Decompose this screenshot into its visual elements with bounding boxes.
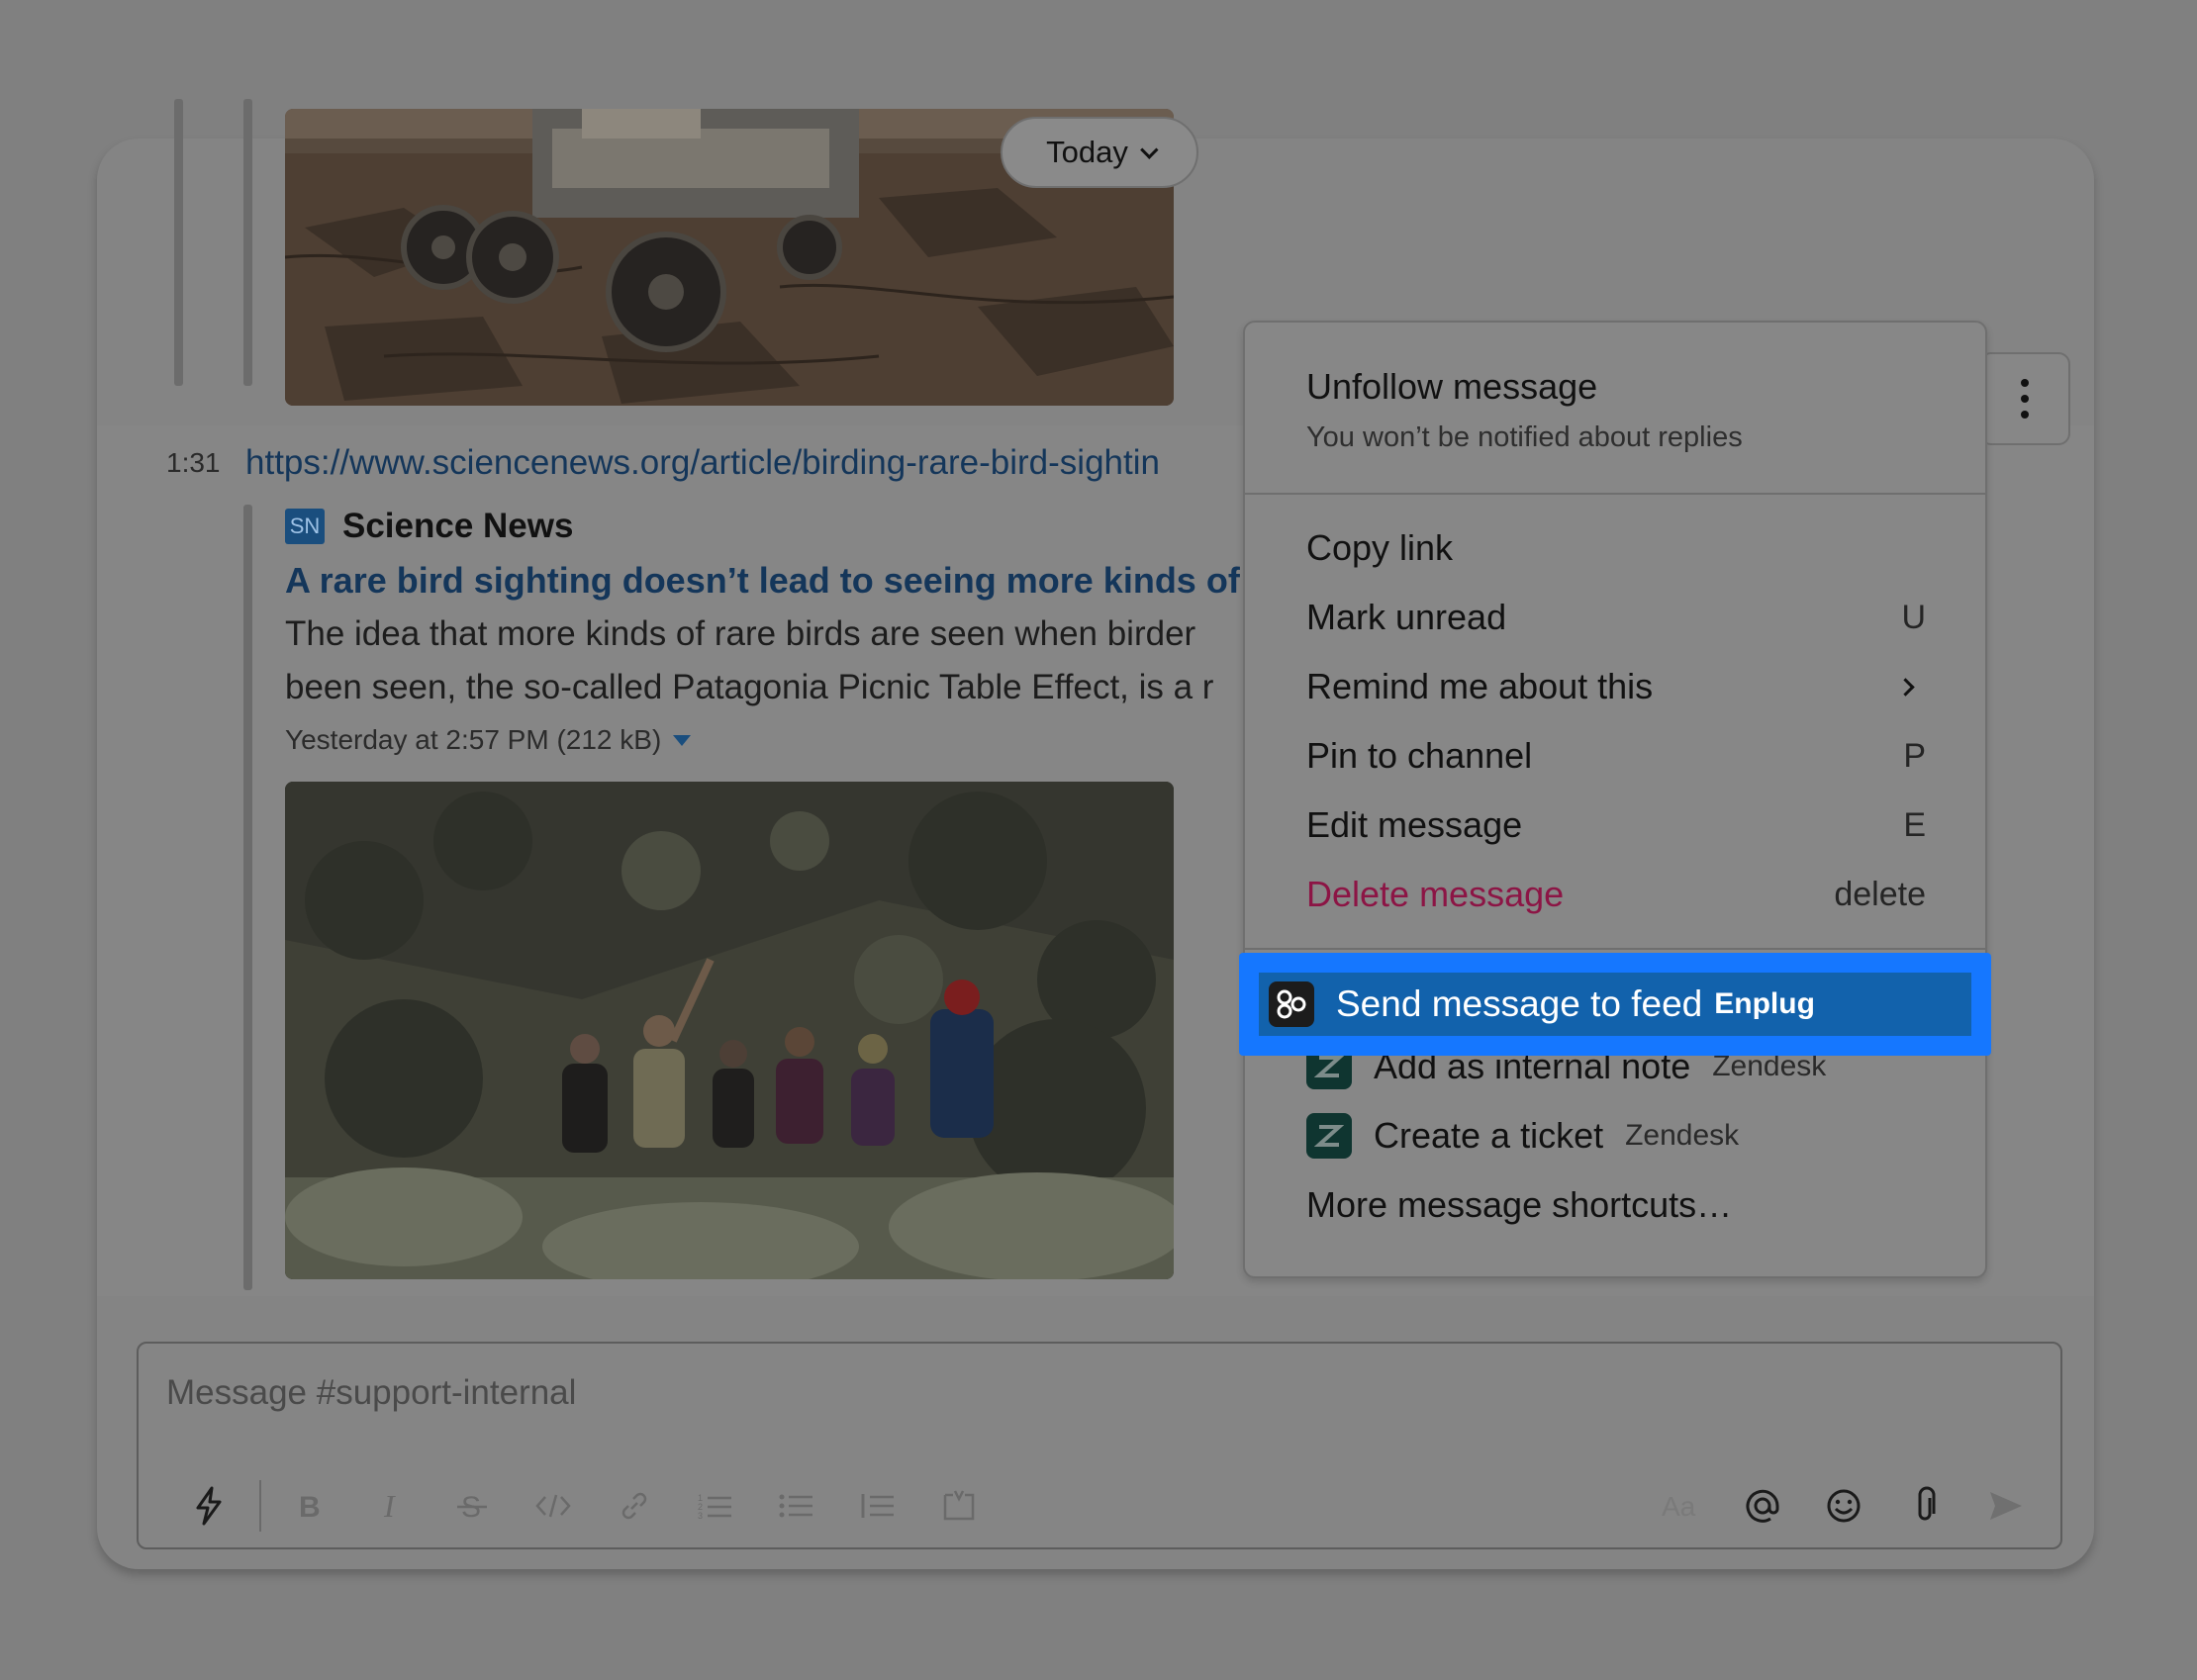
bulleted-list-icon[interactable]: [756, 1476, 837, 1536]
attachment-quote-bar: [243, 505, 252, 1290]
menu-item-mark-unread[interactable]: Mark unread U: [1306, 588, 1926, 647]
mention-icon[interactable]: [1722, 1476, 1803, 1536]
code-block-icon[interactable]: [918, 1476, 1000, 1536]
menu-item-delete-message[interactable]: Delete message delete: [1306, 865, 1926, 924]
svg-text:3: 3: [698, 1511, 703, 1521]
unfollow-message-item[interactable]: Unfollow message You won’t be notified a…: [1306, 366, 1743, 454]
svg-text:Aa: Aa: [1662, 1491, 1696, 1522]
svg-text:I: I: [383, 1489, 396, 1523]
menu-item-label: Send message to feed: [1336, 983, 1703, 1024]
unfurl-meta: Yesterday at 2:57 PM (212 kB): [285, 724, 1275, 756]
unfurl-title[interactable]: A rare bird sighting doesn’t lead to see…: [285, 560, 1297, 602]
menu-item-send-to-feed[interactable]: Send message to feed Enplug: [1259, 973, 1971, 1036]
shortcut-key: U: [1901, 598, 1926, 636]
ordered-list-icon[interactable]: 123: [675, 1476, 756, 1536]
blockquote-icon[interactable]: [837, 1476, 918, 1536]
unfurl-description: The idea that more kinds of rare birds a…: [285, 607, 1275, 714]
unfurl-description-line: been seen, the so-called Patagonia Picni…: [285, 668, 1214, 706]
emoji-icon[interactable]: [1803, 1476, 1884, 1536]
unfurl-description-line: The idea that more kinds of rare birds a…: [285, 614, 1196, 653]
zendesk-icon: [1306, 1113, 1352, 1159]
caret-down-icon[interactable]: [673, 734, 692, 746]
highlight-outline: Send message to feed Enplug: [1239, 953, 1991, 1056]
unfurl-meta-text: Yesterday at 2:57 PM (212 kB): [285, 724, 662, 755]
menu-item-label: More message shortcuts…: [1306, 1184, 1733, 1225]
strikethrough-icon[interactable]: S: [431, 1476, 513, 1536]
menu-item-label: Pin to channel: [1306, 735, 1533, 776]
date-divider-label: Today: [1046, 135, 1128, 169]
date-divider-button[interactable]: Today: [1001, 117, 1198, 188]
menu-item-create-ticket[interactable]: Create a ticket Zendesk: [1306, 1106, 1739, 1166]
birders-image[interactable]: [285, 782, 1174, 1279]
menu-item-label: Delete message: [1306, 874, 1565, 914]
message-input[interactable]: [166, 1373, 1948, 1413]
code-icon[interactable]: [513, 1476, 594, 1536]
more-vertical-icon: [2021, 379, 2029, 387]
link-icon[interactable]: [594, 1476, 675, 1536]
shortcuts-lightning-icon[interactable]: [168, 1476, 249, 1536]
more-vertical-icon: [2021, 411, 2029, 419]
message-composer: B I S 123 Aa: [137, 1342, 2062, 1549]
menu-item-label: Create a ticket: [1374, 1115, 1604, 1156]
toolbar-divider: [259, 1480, 261, 1532]
shortcut-key: delete: [1834, 875, 1926, 913]
unfollow-message-hint: You won’t be notified about replies: [1306, 421, 1743, 453]
send-icon[interactable]: [1965, 1476, 2047, 1536]
chevron-down-icon: [1139, 140, 1159, 159]
menu-item-label: Copy link: [1306, 527, 1454, 568]
app-name: Enplug: [1714, 987, 1815, 1020]
birders-illustration: [285, 782, 1174, 1279]
link-unfurl: SN Science News A rare bird sighting doe…: [285, 505, 1297, 756]
shortcut-key: E: [1903, 805, 1926, 844]
attachment-quote-bar: [243, 99, 252, 386]
attachment-quote-bar: [174, 99, 183, 386]
italic-icon[interactable]: I: [350, 1476, 431, 1536]
app-name: Zendesk: [1625, 1119, 1740, 1152]
shortcut-key: P: [1903, 736, 1926, 775]
menu-item-label: Edit message: [1306, 804, 1523, 845]
unfollow-message-label: Unfollow message: [1306, 366, 1598, 407]
menu-item-edit-message[interactable]: Edit message E: [1306, 795, 1926, 855]
menu-item-label: Remind me about this: [1306, 666, 1654, 706]
message-timestamp[interactable]: 1:31: [166, 447, 221, 479]
menu-divider: [1245, 948, 1985, 950]
more-vertical-icon: [2021, 395, 2029, 403]
science-news-logo-icon: SN: [285, 509, 325, 544]
composer-actions: Aa: [1641, 1476, 2047, 1536]
attachment-icon[interactable]: [1884, 1476, 1965, 1536]
menu-divider: [1245, 493, 1985, 495]
message-actions-menu: Unfollow message You won’t be notified a…: [1243, 321, 1987, 1278]
more-actions-button[interactable]: [1979, 352, 2070, 445]
chevron-right-icon: [1896, 677, 1915, 697]
formatting-toolbar: B I S 123: [168, 1476, 1000, 1536]
unfurl-source-row: SN Science News: [285, 505, 1275, 548]
message-link[interactable]: https://www.sciencenews.org/article/bird…: [245, 443, 1160, 483]
unfurl-source-name: Science News: [342, 507, 574, 545]
text-format-icon[interactable]: Aa: [1641, 1476, 1722, 1536]
svg-text:B: B: [299, 1491, 321, 1523]
menu-item-copy-link[interactable]: Copy link: [1306, 518, 1926, 578]
menu-item-remind-me[interactable]: Remind me about this: [1306, 657, 1926, 716]
menu-item-pin-to-channel[interactable]: Pin to channel P: [1306, 726, 1926, 786]
bold-icon[interactable]: B: [269, 1476, 350, 1536]
menu-item-label: Mark unread: [1306, 597, 1507, 637]
enplug-icon: [1269, 981, 1314, 1027]
menu-item-more-shortcuts[interactable]: More message shortcuts…: [1306, 1175, 1926, 1235]
